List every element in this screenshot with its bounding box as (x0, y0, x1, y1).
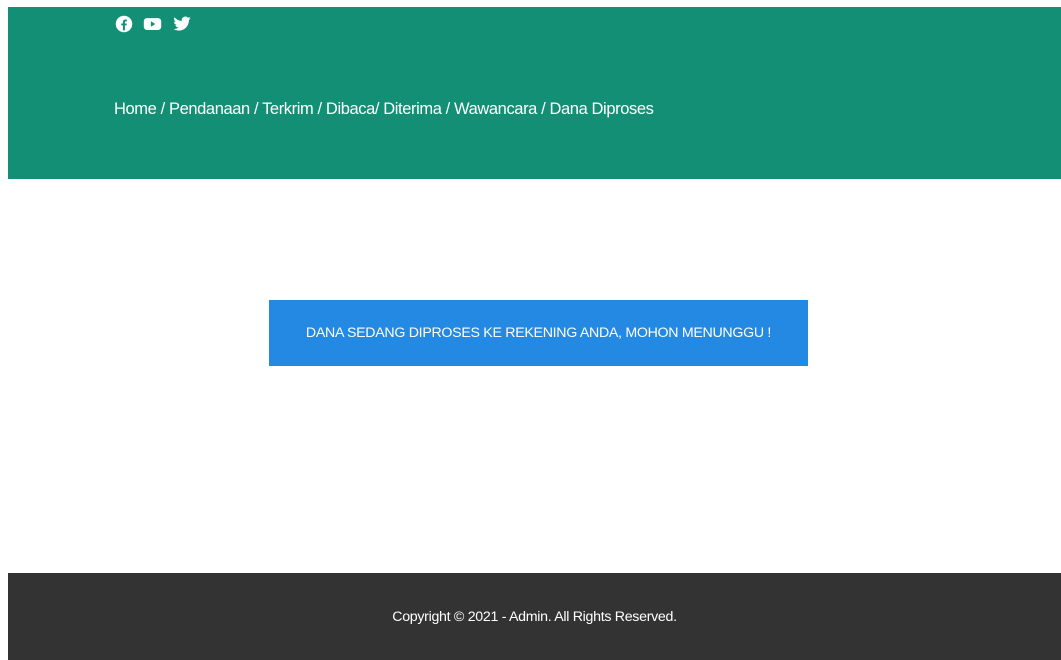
facebook-icon[interactable] (114, 15, 133, 34)
breadcrumb-terkrim[interactable]: Terkrim (262, 100, 314, 118)
twitter-icon[interactable] (172, 15, 191, 34)
header: Home / Pendanaan / Terkrim / Dibaca/ Dit… (8, 7, 1061, 179)
breadcrumb-wawancara[interactable]: Wawancara (454, 100, 537, 118)
footer: Copyright © 2021 - Admin. All Rights Res… (8, 573, 1061, 660)
page: Home / Pendanaan / Terkrim / Dibaca/ Dit… (0, 0, 1061, 660)
social-links (114, 14, 191, 34)
status-notice: DANA SEDANG DIPROSES KE REKENING ANDA, M… (269, 300, 808, 366)
breadcrumb-pendanaan[interactable]: Pendanaan (169, 100, 250, 118)
breadcrumb-dana-diproses: Dana Diproses (549, 100, 654, 118)
breadcrumb: Home / Pendanaan / Terkrim / Dibaca/ Dit… (114, 100, 654, 118)
breadcrumb-home[interactable]: Home (114, 100, 157, 118)
youtube-icon[interactable] (143, 15, 162, 34)
copyright-text: Copyright © 2021 - Admin. All Rights Res… (392, 608, 677, 625)
status-notice-text: DANA SEDANG DIPROSES KE REKENING ANDA, M… (305, 325, 772, 341)
breadcrumb-dibaca-diterima[interactable]: Dibaca/ Diterima (326, 100, 442, 118)
